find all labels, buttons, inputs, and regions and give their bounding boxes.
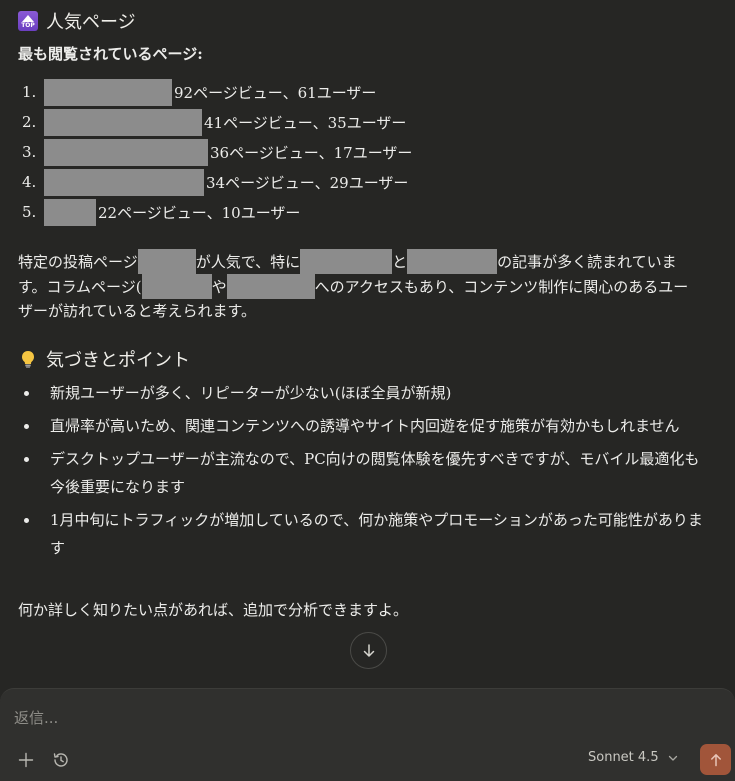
list-item: 1. 92ページビュー、61ユーザー	[22, 77, 412, 107]
section-heading-top-pages: TOP 人気ページ	[18, 8, 136, 34]
message-composer: Sonnet 4.5	[0, 688, 735, 781]
list-item: 2. 41ページビュー、35ユーザー	[22, 107, 412, 137]
redacted-block	[300, 249, 393, 274]
section-heading-insights: 気づきとポイント	[18, 346, 190, 372]
closing-message: 何か詳しく知りたい点があれば、追加で分析できますよ。	[18, 601, 409, 619]
redacted-block	[141, 274, 212, 299]
redacted-block	[44, 108, 202, 136]
redacted-block	[44, 138, 208, 166]
redacted-block	[137, 249, 196, 274]
popular-pages-paragraph: 特定の投稿ページ が人気で、特にとの記事が多く読まれています。コラムページ(やへの…	[18, 249, 698, 323]
insights-list: 新規ユーザーが多く、リピーターが少ない(ほぼ全員が新規) 直帰率が高いため、関連…	[18, 379, 708, 567]
plus-icon	[18, 752, 34, 768]
section-heading-text: 気づきとポイント	[46, 350, 190, 371]
top-pages-list: 1. 92ページビュー、61ユーザー 2. 41ページビュー、35ユーザー 3.…	[22, 77, 412, 227]
redacted-block	[44, 198, 96, 226]
redacted-block	[407, 249, 498, 274]
redacted-block	[44, 78, 172, 106]
section-heading-text: 人気ページ	[46, 12, 136, 33]
arrow-down-icon	[363, 643, 374, 657]
list-item: デスクトップユーザーが主流なので、PC向けの閲覧体験を優先すべきですが、モバイル…	[18, 445, 708, 501]
list-item: 新規ユーザーが多く、リピーターが少ない(ほぼ全員が新規)	[18, 379, 708, 407]
scroll-down-button[interactable]	[350, 632, 387, 669]
list-item: 直帰率が高いため、関連コンテンツへの誘導やサイト内回遊を促す施策が有効かもしれま…	[18, 412, 708, 440]
list-item: 3. 36ページビュー、17ユーザー	[22, 137, 412, 167]
clock-history-icon	[53, 753, 68, 767]
redacted-block	[44, 168, 204, 196]
list-item: 5. 22ページビュー、10ユーザー	[22, 197, 412, 227]
arrow-up-icon	[710, 753, 721, 766]
model-name: Sonnet 4.5	[588, 750, 659, 765]
chat-transcript: TOP 人気ページ 最も閲覧されているページ: 1. 92ページビュー、61ユー…	[0, 0, 735, 690]
add-button[interactable]	[12, 746, 40, 774]
send-button[interactable]	[700, 744, 731, 775]
chevron-down-icon	[668, 755, 677, 761]
history-button[interactable]	[47, 746, 75, 774]
model-selector[interactable]: Sonnet 4.5	[588, 750, 679, 765]
lightbulb-icon	[22, 351, 34, 368]
list-item: 4. 34ページビュー、29ユーザー	[22, 167, 412, 197]
list-item: 1月中旬にトラフィックが増加しているので、何か施策やプロモーションがあった可能性…	[18, 506, 708, 562]
top-arrow-icon: TOP	[18, 11, 38, 31]
redacted-block	[226, 274, 315, 299]
subheading-most-viewed: 最も閲覧されているページ:	[18, 45, 203, 63]
reply-input[interactable]	[14, 709, 614, 727]
